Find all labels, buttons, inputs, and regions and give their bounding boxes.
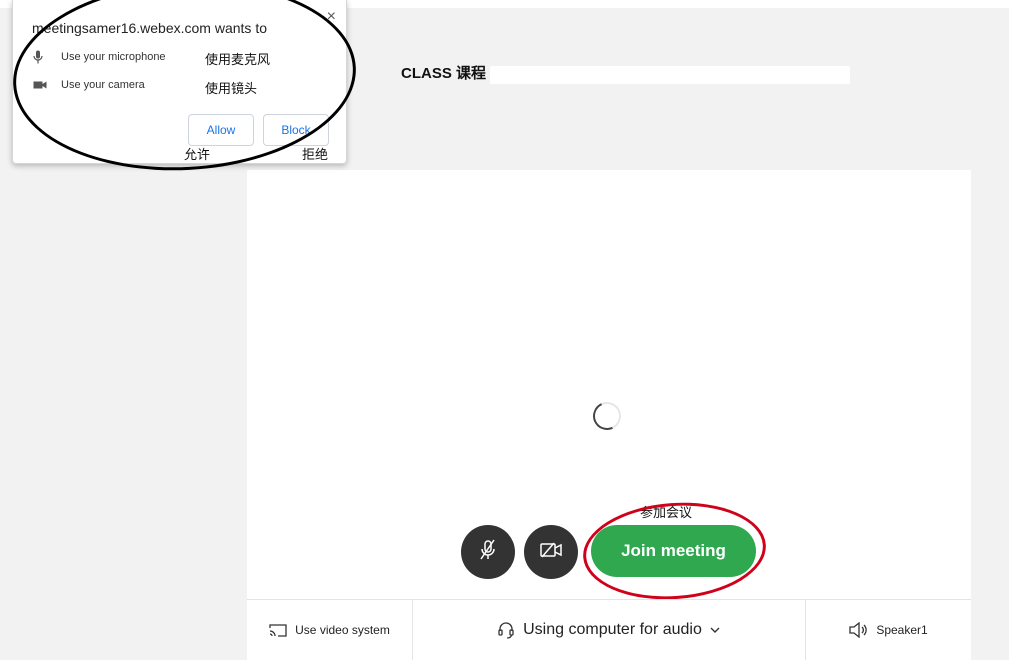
speaker-label: Speaker1 xyxy=(876,623,928,637)
camera-off-icon xyxy=(539,541,563,564)
cast-icon xyxy=(269,623,287,637)
mute-microphone-button[interactable] xyxy=(461,525,515,579)
bottom-bar: Use video system Using computer for audi… xyxy=(247,599,971,660)
headset-icon xyxy=(497,621,515,639)
title-redaction xyxy=(490,66,850,84)
speaker-icon xyxy=(848,622,868,638)
meeting-title: CLASS 课程 xyxy=(401,65,487,82)
chevron-down-icon xyxy=(710,626,720,634)
audio-connection-label: Using computer for audio xyxy=(523,621,702,638)
use-video-system-label: Use video system xyxy=(295,623,390,637)
speaker-selector[interactable]: Speaker1 xyxy=(805,600,971,660)
block-note: 拒绝 xyxy=(302,148,329,163)
stop-video-button[interactable] xyxy=(524,525,578,579)
audio-connection-dropdown[interactable]: Using computer for audio xyxy=(412,600,806,660)
use-video-system-button[interactable]: Use video system xyxy=(247,600,413,660)
mic-muted-icon xyxy=(478,539,498,566)
permission-popup: meetingsamer16.webex.com wants to × Use … xyxy=(8,0,361,179)
